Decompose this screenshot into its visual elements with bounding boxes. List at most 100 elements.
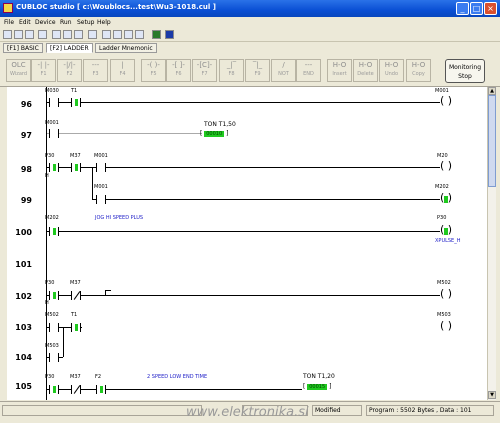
- maximize-button[interactable]: □: [470, 2, 483, 15]
- ladder-tool-button-6[interactable]: -[ ]- F6: [166, 59, 191, 82]
- rising-edge-icon-top: [105, 290, 111, 291]
- contact-label: F2: [95, 374, 102, 380]
- ladder-tool-symbol: |: [121, 61, 124, 69]
- rung-wire: [92, 199, 440, 200]
- monitor-icon[interactable]: [152, 30, 161, 39]
- ladder-tool-symbol: -|/|-: [63, 61, 76, 69]
- ladder-tool-button-14[interactable]: H-O Undo: [379, 59, 404, 82]
- find-icon[interactable]: [88, 30, 97, 39]
- output-coil-active[interactable]: [440, 191, 452, 205]
- contact-label: P30: [45, 153, 55, 159]
- run-icon[interactable]: [102, 30, 111, 39]
- contact-no-active[interactable]: [96, 385, 106, 394]
- contact-no[interactable]: [49, 98, 59, 107]
- menu-help[interactable]: Help: [97, 19, 111, 26]
- coil-label: M503: [437, 312, 451, 318]
- timer-value: 00015: [307, 384, 328, 390]
- vertical-scrollbar[interactable]: ▲ ▼: [487, 87, 496, 400]
- contact-no[interactable]: [96, 163, 106, 172]
- timer-instruction: TON T1,20: [303, 373, 335, 380]
- contact-no-active[interactable]: [71, 323, 81, 332]
- ladder-tool-button-7[interactable]: -[C]- F7: [192, 59, 217, 82]
- contact-no-active[interactable]: [49, 385, 59, 394]
- output-coil-active[interactable]: [440, 223, 452, 237]
- tab-ladder-mnemonic[interactable]: Ladder Mnemonic: [95, 43, 157, 53]
- status-panel-empty: [2, 405, 202, 416]
- contact-no-active[interactable]: [49, 163, 59, 172]
- print-icon[interactable]: [38, 30, 47, 39]
- scroll-thumb[interactable]: [488, 95, 496, 187]
- menu-setup[interactable]: Setup: [77, 19, 94, 26]
- ladder-tool-label: F9: [254, 71, 261, 77]
- ladder-tool-button-8[interactable]: _|‾ F8: [219, 59, 244, 82]
- contact-no[interactable]: [49, 353, 59, 362]
- rung-gutter: 96 97 98 99 100 101 102 103 104 105: [7, 87, 37, 400]
- copy-icon[interactable]: [63, 30, 72, 39]
- contact-no-active[interactable]: [71, 98, 81, 107]
- ladder-tool-symbol: ---: [304, 61, 313, 69]
- ladder-tool-button-9[interactable]: ‾|_ F9: [245, 59, 270, 82]
- contact-no-active[interactable]: [49, 291, 59, 300]
- rung-wire: [47, 102, 440, 103]
- ladder-tool-label: F1: [40, 71, 47, 77]
- reset-icon[interactable]: [135, 30, 144, 39]
- ladder-tool-label: F3: [92, 71, 99, 77]
- timer-box[interactable]: [ 00010 ]: [200, 130, 228, 137]
- paste-icon[interactable]: [74, 30, 83, 39]
- ladder-tool-symbol: H-O: [358, 61, 373, 69]
- ladder-tool-symbol: ---: [91, 61, 100, 69]
- ladder-tool-button-2[interactable]: -|/|- F2: [57, 59, 82, 82]
- scroll-up-icon[interactable]: ▲: [488, 87, 496, 95]
- new-file-icon[interactable]: [3, 30, 12, 39]
- ladder-tool-symbol: -[ ]-: [172, 61, 185, 69]
- tab-ladder[interactable]: [F2] LADDER: [46, 43, 93, 53]
- ladder-tool-label: Copy: [412, 71, 425, 77]
- ladder-tool-button-4[interactable]: | F4: [110, 59, 135, 82]
- timer-box[interactable]: [ 00015 ]: [303, 383, 331, 390]
- ladder-tool-button-11[interactable]: --- END: [296, 59, 321, 82]
- stop-icon[interactable]: [113, 30, 122, 39]
- settings-icon[interactable]: [165, 30, 174, 39]
- rung-number: 103: [15, 323, 32, 332]
- contact-label: M030: [45, 88, 59, 94]
- output-coil[interactable]: [440, 319, 452, 333]
- ladder-tool-button-1[interactable]: -| |- F1: [31, 59, 56, 82]
- contact-nc[interactable]: [71, 291, 81, 300]
- menu-edit[interactable]: Edit: [19, 19, 31, 26]
- monitoring-stop-button[interactable]: Monitoring Stop: [445, 59, 485, 83]
- contact-no-active[interactable]: [71, 163, 81, 172]
- minimize-button[interactable]: _: [456, 2, 469, 15]
- contact-no-active[interactable]: [49, 227, 59, 236]
- contact-no[interactable]: [96, 195, 106, 204]
- menu-device[interactable]: Device: [35, 19, 56, 26]
- cut-icon[interactable]: [52, 30, 61, 39]
- menu-file[interactable]: File: [4, 19, 14, 26]
- contact-nc[interactable]: [71, 385, 81, 394]
- scroll-down-icon[interactable]: ▼: [488, 391, 496, 399]
- ladder-tool-button-12[interactable]: H-O Insert: [327, 59, 352, 82]
- output-coil[interactable]: [440, 94, 452, 108]
- rung-number: 98: [20, 165, 32, 174]
- ladder-tool-button-5[interactable]: -( )- F5: [141, 59, 166, 82]
- ladder-tool-button-15[interactable]: H-O Copy: [406, 59, 431, 82]
- branch-wire: [92, 167, 93, 199]
- contact-label: M001: [45, 120, 59, 126]
- output-coil[interactable]: [440, 159, 452, 173]
- contact-no[interactable]: [49, 323, 59, 332]
- ladder-tool-button-10[interactable]: / NOT: [271, 59, 296, 82]
- ladder-tool-button-13[interactable]: H-O Delete: [353, 59, 378, 82]
- contact-no[interactable]: [49, 129, 59, 138]
- step-icon[interactable]: [124, 30, 133, 39]
- output-coil[interactable]: [440, 287, 452, 301]
- tab-basic[interactable]: [F1] BASIC: [3, 43, 43, 53]
- menu-run[interactable]: Run: [60, 19, 72, 26]
- ladder-tool-label: F6: [175, 71, 182, 77]
- ladder-tool-button-0[interactable]: OLC Wizard: [6, 59, 31, 82]
- ladder-tool-button-3[interactable]: --- F3: [83, 59, 108, 82]
- ladder-tool-label: Undo: [384, 71, 399, 77]
- close-button[interactable]: ×: [484, 2, 497, 15]
- ladder-editor[interactable]: 96 97 98 99 100 101 102 103 104 105 M030…: [7, 87, 487, 400]
- contact-sublabel: H: [45, 300, 49, 306]
- open-folder-icon[interactable]: [14, 30, 23, 39]
- save-icon[interactable]: [25, 30, 34, 39]
